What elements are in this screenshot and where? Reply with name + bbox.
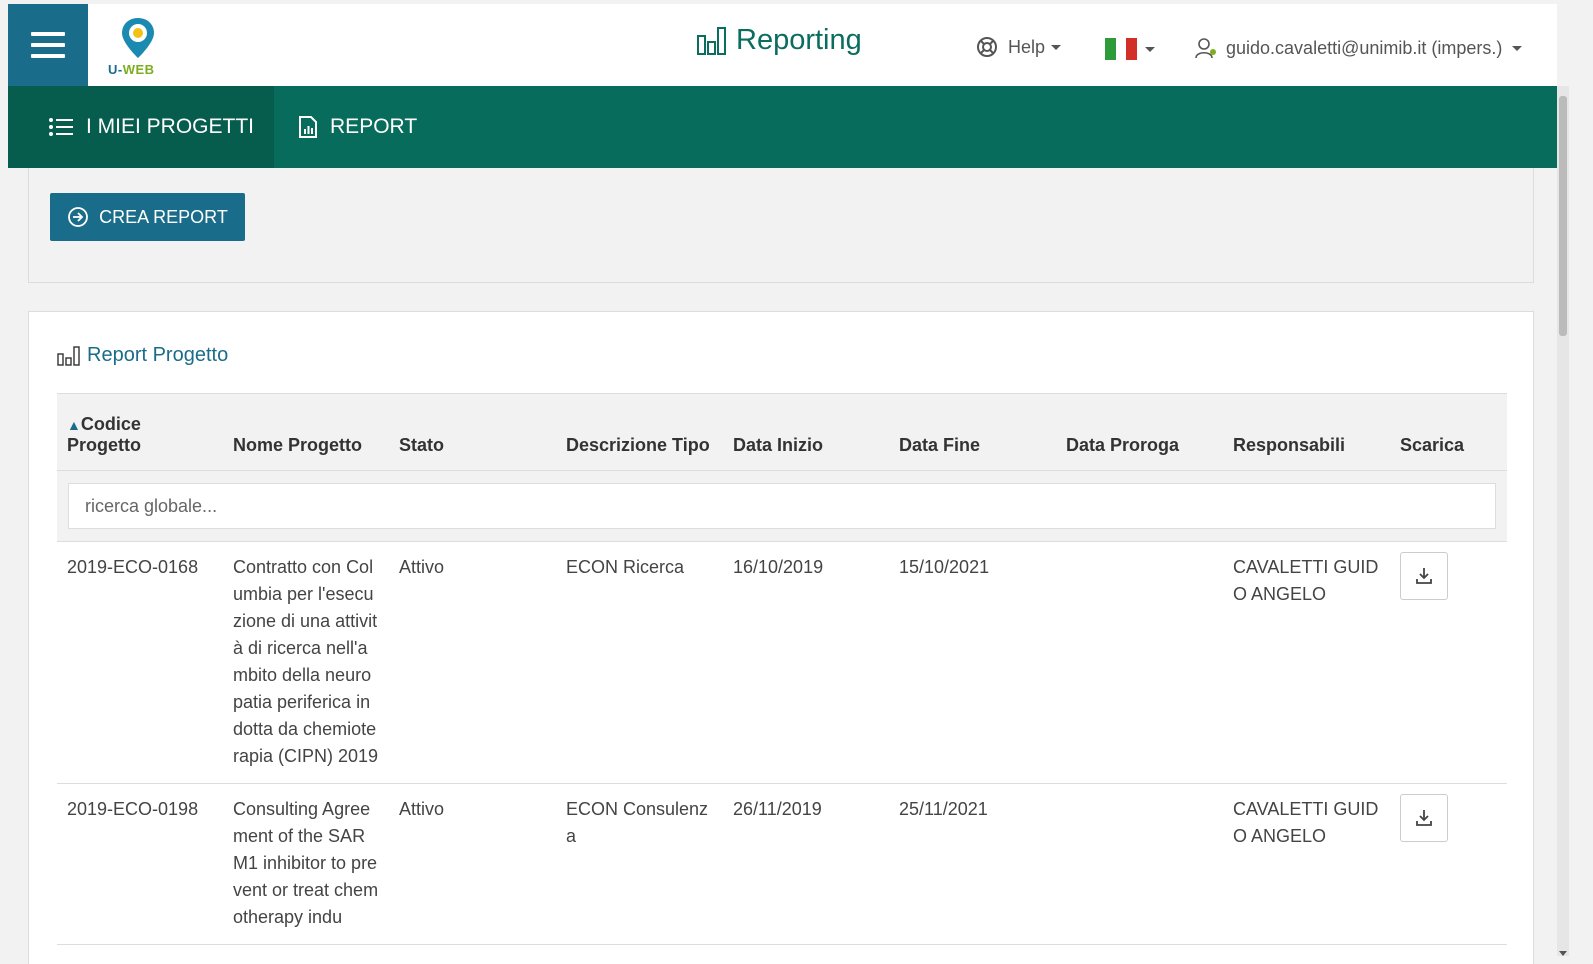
language-dropdown[interactable]	[1105, 38, 1155, 60]
global-search-input[interactable]	[68, 483, 1496, 529]
crea-report-label: CREA REPORT	[99, 206, 228, 227]
help-dropdown[interactable]: Help	[976, 36, 1062, 58]
cell-data-fine: 25/11/2021	[889, 783, 1056, 945]
help-label: Help	[1008, 36, 1046, 57]
user-label: guido.cavaletti@unimib.it (impers.)	[1226, 37, 1503, 58]
nav-item-report[interactable]: REPORT	[274, 86, 437, 168]
cell-scarica	[1390, 783, 1507, 945]
hamburger-icon	[31, 32, 65, 58]
main-navbar: I MIEI PROGETTI REPORT	[8, 86, 1557, 168]
column-header-tipo[interactable]: Descrizione Tipo	[556, 393, 723, 471]
italian-flag-icon	[1105, 38, 1138, 60]
nav-label: I MIEI PROGETTI	[86, 115, 255, 138]
column-header-responsabili[interactable]: Responsabili	[1223, 393, 1390, 471]
chevron-down-icon	[1512, 45, 1523, 51]
cell-data-inizio: 16/10/2019	[723, 541, 889, 784]
sort-ascending-icon: ▲	[67, 417, 81, 433]
column-header-scarica: Scarica	[1390, 393, 1507, 471]
cell-codice: 2019-ECO-0168	[57, 541, 223, 784]
app-title-text: Reporting	[736, 24, 862, 56]
cell-responsabili: CAVALETTI GUIDO ANGELO	[1223, 783, 1390, 945]
download-button[interactable]	[1400, 552, 1448, 600]
download-icon	[1416, 810, 1432, 826]
cell-scarica	[1390, 541, 1507, 784]
lifebuoy-icon	[977, 37, 997, 57]
app-logo[interactable]: U-WEB	[104, 16, 174, 78]
column-header-proroga[interactable]: Data Proroga	[1056, 393, 1223, 471]
nav-label: REPORT	[330, 115, 418, 138]
download-icon	[1416, 568, 1432, 584]
chevron-down-icon	[1145, 46, 1155, 52]
column-header-codice[interactable]: ▲Codice Progetto	[57, 393, 223, 471]
cell-responsabili: CAVALETTI GUIDO ANGELO	[1223, 541, 1390, 784]
location-pin-icon	[122, 18, 154, 58]
cell-tipo: ECON Consulenza	[556, 783, 723, 945]
section-title: Report Progetto	[57, 344, 228, 367]
crea-report-button[interactable]: CREA REPORT	[50, 193, 245, 241]
table-row: 2019-ECO-0198 Consulting Agreement of th…	[57, 783, 1507, 945]
cell-tipo: ECON Ricerca	[556, 541, 723, 784]
cell-data-inizio: 26/11/2019	[723, 783, 889, 945]
column-header-inizio[interactable]: Data Inizio	[723, 393, 889, 471]
cell-nome: Contratto con Columbia per l'esecuzione …	[223, 541, 389, 784]
app-title: Reporting	[696, 24, 862, 57]
chevron-down-icon	[1051, 44, 1062, 50]
cell-data-fine: 15/10/2021	[889, 541, 1056, 784]
scroll-down-arrow-icon[interactable]	[1559, 951, 1567, 956]
user-dropdown[interactable]: guido.cavaletti@unimib.it (impers.)	[1194, 36, 1523, 60]
bar-chart-icon	[57, 345, 80, 366]
page-scrollbar[interactable]	[1557, 86, 1569, 956]
column-header-nome[interactable]: Nome Progetto	[223, 393, 389, 471]
column-header-stato[interactable]: Stato	[389, 393, 556, 471]
cell-stato: Attivo	[389, 541, 556, 784]
cell-stato: Attivo	[389, 783, 556, 945]
user-icon	[1195, 38, 1216, 59]
cell-codice: 2019-ECO-0198	[57, 783, 223, 945]
list-icon	[49, 118, 73, 136]
projects-table: ▲Codice Progetto Nome Progetto Stato Des…	[57, 393, 1507, 945]
scrollbar-thumb[interactable]	[1559, 96, 1567, 336]
cell-nome: Consulting Agreement of the SARM1 inhibi…	[223, 783, 389, 945]
menu-toggle-button[interactable]	[8, 4, 88, 86]
column-header-fine[interactable]: Data Fine	[889, 393, 1056, 471]
arrow-circle-right-icon	[68, 207, 89, 227]
search-row	[57, 470, 1507, 542]
top-header: U-WEB Reporting Help guido.cavaletti@uni…	[8, 4, 1557, 86]
nav-item-miei-progetti[interactable]: I MIEI PROGETTI	[8, 86, 275, 168]
cell-data-proroga	[1056, 541, 1223, 784]
bar-chart-icon	[697, 26, 726, 55]
cell-data-proroga	[1056, 783, 1223, 945]
section-title-text: Report Progetto	[87, 344, 229, 366]
actions-panel: CREA REPORT	[28, 168, 1534, 283]
report-document-icon	[299, 116, 318, 138]
table-row: 2019-ECO-0168 Contratto con Columbia per…	[57, 541, 1507, 784]
logo-text: U-WEB	[108, 62, 155, 77]
report-progetto-panel: Report Progetto ▲Codice Progetto Nome Pr…	[28, 311, 1534, 964]
table-header-row: ▲Codice Progetto Nome Progetto Stato Des…	[57, 393, 1507, 471]
download-button[interactable]	[1400, 794, 1448, 842]
